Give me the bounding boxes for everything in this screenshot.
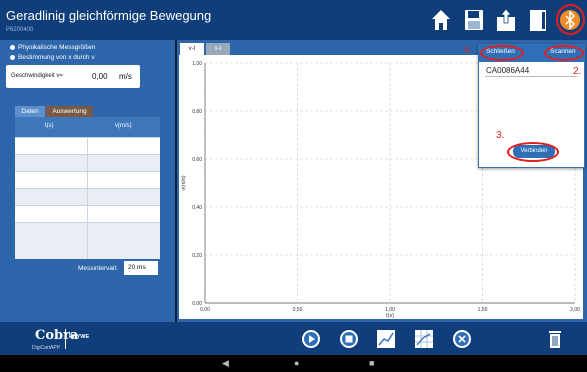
y-tick-label: 0,80 <box>192 109 202 115</box>
trash-icon[interactable] <box>545 329 565 349</box>
left-panel: Physikalische Messgrößen Bestimmung von … <box>0 40 175 322</box>
chart-icon[interactable] <box>376 329 396 349</box>
speed-label: Geschwindigkeit v= <box>11 73 63 79</box>
annotation-step-3: 3. <box>496 130 505 141</box>
stop-icon[interactable] <box>339 329 359 349</box>
home-icon[interactable] <box>430 7 452 33</box>
table-header: t(s) v(m/s) <box>15 117 160 137</box>
export-icon[interactable] <box>495 7 517 33</box>
column-divider <box>87 189 88 205</box>
option-determine-x[interactable]: Bestimmung von x durch v <box>10 54 95 61</box>
device-list-item[interactable]: CA0086A44 <box>486 66 529 75</box>
y-tick-label: 1,00 <box>192 61 202 67</box>
logo-phywe: PHYWE <box>69 334 90 340</box>
table-row <box>15 137 160 154</box>
table-row <box>15 188 160 205</box>
play-icon[interactable] <box>301 329 321 349</box>
option-physical-quantities[interactable]: Physikalische Messgrößen <box>10 44 95 51</box>
column-divider <box>87 223 88 259</box>
tab-daten[interactable]: Daten <box>15 106 45 117</box>
column-divider <box>87 172 88 188</box>
y-axis-label: v(m/s) <box>181 175 187 190</box>
app-window: Geradlinig gleichförmige Bewegung P62004… <box>0 0 587 372</box>
column-divider <box>87 155 88 171</box>
x-axis-label: t(s) <box>386 313 394 319</box>
data-table: t(s) v(m/s) <box>15 117 160 259</box>
annotation-step-4: 4. <box>464 45 473 56</box>
table-row <box>15 222 160 259</box>
x-tick-label: 0,50 <box>293 307 303 313</box>
experiment-id: P6200400 <box>6 27 34 33</box>
nav-recent-icon[interactable]: ■ <box>369 358 374 368</box>
speed-unit: m/s <box>119 72 132 81</box>
radio-dot <box>10 55 15 60</box>
x-tick-label: 0,00 <box>200 307 210 313</box>
speed-display: Geschwindigkeit v= 0,00 m/s <box>6 65 140 88</box>
y-tick-label: 0,20 <box>192 253 202 259</box>
page-title: Geradlinig gleichförmige Bewegung <box>6 8 212 23</box>
tab-x-t[interactable]: x-t <box>206 43 230 55</box>
option-label: Physikalische Messgrößen <box>18 44 96 51</box>
radio-dot <box>10 45 15 50</box>
highlight-ring-bluetooth <box>556 4 585 35</box>
table-row <box>15 205 160 222</box>
highlight-ring-scan <box>544 45 584 61</box>
header-bar: Geradlinig gleichförmige Bewegung P62004… <box>0 0 587 40</box>
logo-divider <box>65 329 66 349</box>
highlight-ring-close <box>480 45 524 61</box>
divider <box>485 76 578 77</box>
bottom-toolbar: Cobra DigiCartAPP PHYWE <box>0 322 587 355</box>
logo-subtitle: DigiCartAPP <box>32 345 61 351</box>
tab-auswertung[interactable]: Auswertung <box>46 106 93 117</box>
annotation-step-2: 2. <box>573 66 582 77</box>
column-header-v: v(m/s) <box>115 123 132 129</box>
column-divider <box>87 138 88 154</box>
save-icon[interactable] <box>463 7 485 33</box>
highlight-ring-connect <box>507 142 559 162</box>
y-tick-label: 0,00 <box>192 301 202 307</box>
nav-home-icon[interactable]: ● <box>294 358 299 368</box>
android-nav-bar: ◀ ● ■ <box>0 355 587 372</box>
speed-value: 0,00 <box>92 72 108 81</box>
y-tick-label: 0,60 <box>192 157 202 163</box>
nav-back-icon[interactable]: ◀ <box>222 358 229 369</box>
cancel-icon[interactable] <box>452 329 472 349</box>
column-divider <box>87 206 88 222</box>
table-chart-icon[interactable] <box>414 329 434 349</box>
option-label: Bestimmung von x durch v <box>18 54 95 61</box>
table-row <box>15 154 160 171</box>
document-icon[interactable] <box>527 7 549 33</box>
x-tick-label: 2,00 <box>570 307 580 313</box>
y-tick-label: 0,40 <box>192 205 202 211</box>
column-header-t: t(s) <box>45 123 54 129</box>
interval-input[interactable]: 20 ms <box>124 261 158 275</box>
x-tick-label: 1,50 <box>478 307 488 313</box>
table-row <box>15 171 160 188</box>
tab-v-t[interactable]: v-t <box>180 43 204 55</box>
interval-label: Messintervall: <box>78 265 118 272</box>
